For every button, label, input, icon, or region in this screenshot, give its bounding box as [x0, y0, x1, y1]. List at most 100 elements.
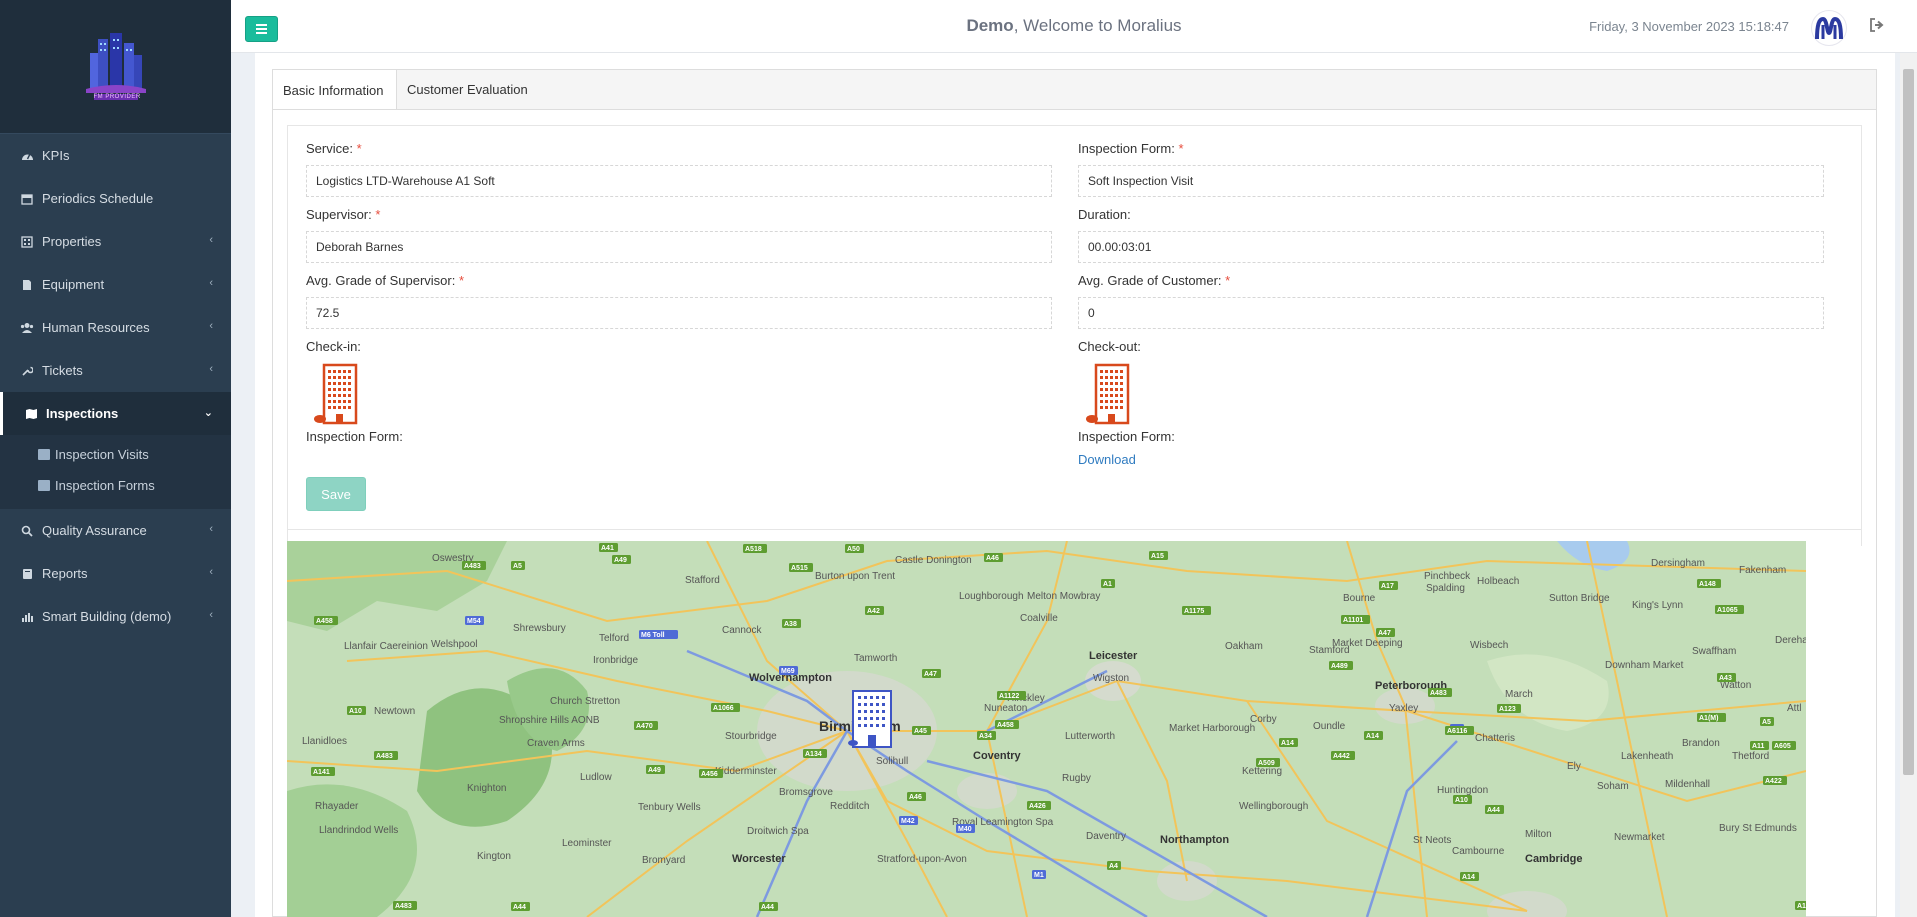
page-scrollbar[interactable]: [1900, 53, 1917, 917]
sidebar-item-periodics-schedule[interactable]: Periodics Schedule: [0, 177, 231, 220]
wrench-icon: [20, 364, 34, 378]
sidebar-item-tickets[interactable]: Tickets ‹: [0, 349, 231, 392]
save-button[interactable]: Save: [306, 477, 366, 511]
map-road-label: A489: [1329, 661, 1353, 670]
map-road-label: A141: [311, 767, 335, 776]
map-place-label: King's Lynn: [1632, 600, 1683, 611]
sidebar-item-human-resources[interactable]: Human Resources ‹: [0, 306, 231, 349]
sidebar-item-kpis[interactable]: KPIs: [0, 134, 231, 177]
svg-text:A458: A458: [316, 618, 333, 625]
svg-text:A422: A422: [1765, 778, 1782, 785]
sidebar-item-inspections[interactable]: Inspections ⌄: [0, 392, 231, 435]
svg-text:A50: A50: [847, 546, 860, 553]
svg-text:A10: A10: [1455, 797, 1468, 804]
check-out-building-icon[interactable]: [1086, 363, 1130, 425]
map-place-label: Ironbridge: [593, 655, 638, 666]
sidebar-item-label: Inspections: [46, 406, 119, 421]
logout-icon[interactable]: [1869, 17, 1885, 33]
svg-text:A123: A123: [1499, 706, 1516, 713]
map-road-label: A45: [912, 726, 931, 735]
svg-text:A6116: A6116: [1447, 728, 1467, 735]
sidebar-item-properties[interactable]: Properties ‹: [0, 220, 231, 263]
duration-field: Duration: 00.00:03:01: [1078, 207, 1824, 263]
map-place-label: Brandon: [1682, 738, 1720, 749]
sidebar-item-label: Quality Assurance: [42, 523, 147, 538]
svg-text:A1065: A1065: [1717, 607, 1738, 614]
calendar-icon: [20, 192, 34, 206]
map-place-label: Stourbridge: [725, 731, 777, 742]
map-place-label: Shrewsbury: [513, 623, 566, 634]
map-place-label: Pinchbeck: [1424, 571, 1471, 582]
sidebar-item-smart-building[interactable]: Smart Building (demo) ‹: [0, 595, 231, 638]
map-road-label: A422: [1763, 776, 1787, 785]
scrollbar-thumb[interactable]: [1903, 69, 1914, 775]
building-icon: [20, 235, 34, 249]
map-place-label: Kettering: [1242, 766, 1282, 777]
avg-grade-supervisor-input[interactable]: 72.5: [306, 297, 1052, 329]
map-road-label: M40: [956, 824, 975, 833]
svg-text:A515: A515: [791, 565, 808, 572]
sidebar-item-reports[interactable]: Reports ‹: [0, 552, 231, 595]
map-place-label: Oakham: [1225, 641, 1263, 652]
sidebar-item-label: Human Resources: [42, 320, 150, 335]
supervisor-input[interactable]: Deborah Barnes: [306, 231, 1052, 263]
map-road-label: A456: [699, 769, 723, 778]
sidebar-menu: KPIs Periodics Schedule Properties ‹ Equ…: [0, 134, 231, 435]
chevron-left-icon: ‹: [209, 277, 213, 289]
map-road-label: A6116: [1445, 726, 1474, 735]
map-road-label: A123: [1497, 704, 1521, 713]
sidebar-item-equipment[interactable]: Equipment ‹: [0, 263, 231, 306]
sidebar-subitem-inspection-forms[interactable]: Inspection Forms: [0, 470, 231, 501]
svg-text:A5: A5: [513, 563, 522, 570]
tachometer-icon: [20, 149, 34, 163]
map-place-label: Mildenhall: [1665, 779, 1710, 790]
map-place-label: March: [1505, 689, 1533, 700]
svg-text:A34: A34: [979, 733, 992, 740]
map-place-label: Bury St Edmunds: [1719, 823, 1797, 834]
map-place-label: Corby: [1250, 714, 1277, 725]
svg-text:A44: A44: [761, 904, 774, 911]
tab-customer-evaluation[interactable]: Customer Evaluation: [397, 70, 538, 109]
map-place-label: St Neots: [1413, 835, 1451, 846]
svg-text:A44: A44: [513, 904, 526, 911]
svg-text:A518: A518: [745, 546, 762, 553]
avatar[interactable]: [1811, 10, 1847, 46]
duration-input[interactable]: 00.00:03:01: [1078, 231, 1824, 263]
service-input[interactable]: Logistics LTD-Warehouse A1 Soft: [306, 165, 1052, 197]
svg-text:A1307: A1307: [1797, 903, 1806, 910]
logo-area: FM PROVIDER: [0, 0, 231, 134]
company-logo[interactable]: FM PROVIDER: [80, 31, 152, 103]
svg-text:M69: M69: [781, 668, 795, 675]
required-marker: *: [375, 207, 381, 222]
map-place-label: Holbeach: [1477, 576, 1519, 587]
map-place-label: Llanfair Caereinion: [344, 641, 428, 652]
map-road-label: A47: [1376, 628, 1395, 637]
map-road-label: A11: [1750, 741, 1769, 750]
sidebar-toggle-button[interactable]: [245, 16, 278, 42]
download-link[interactable]: Download: [1078, 452, 1136, 467]
chevron-left-icon: ‹: [209, 609, 213, 621]
svg-text:A42: A42: [867, 608, 880, 615]
bar-chart-icon: [20, 610, 34, 624]
map-road-label: A44: [1485, 805, 1504, 814]
map-place-label: Ludlow: [580, 772, 612, 783]
inspection-form-label: Inspection Form: *: [1078, 141, 1184, 156]
welcome-text: , Welcome to Moralius: [1013, 16, 1182, 35]
map-place-label: Milton: [1525, 829, 1552, 840]
inspection-form-right-label: Inspection Form:: [1078, 429, 1175, 444]
sidebar-item-quality-assurance[interactable]: Quality Assurance ‹: [0, 509, 231, 552]
sidebar-subitem-inspection-visits[interactable]: Inspection Visits: [0, 439, 231, 470]
location-map[interactable]: Oswestry Stafford Burton upon Trent Castle …: [287, 541, 1806, 917]
inspection-form-input[interactable]: Soft Inspection Visit: [1078, 165, 1824, 197]
map-place-label: Yaxley: [1389, 703, 1418, 714]
chevron-left-icon: ‹: [209, 566, 213, 578]
tab-basic-information[interactable]: Basic Information: [273, 70, 397, 110]
file-icon: [20, 278, 34, 292]
check-in-building-icon[interactable]: [314, 363, 358, 425]
svg-text:A14: A14: [1366, 733, 1379, 740]
required-marker: *: [458, 273, 465, 288]
avg-grade-customer-input[interactable]: 0: [1078, 297, 1824, 329]
svg-text:A458: A458: [997, 722, 1014, 729]
map-place-label: Shropshire Hills AONB: [499, 715, 600, 726]
required-marker: *: [1178, 141, 1184, 156]
